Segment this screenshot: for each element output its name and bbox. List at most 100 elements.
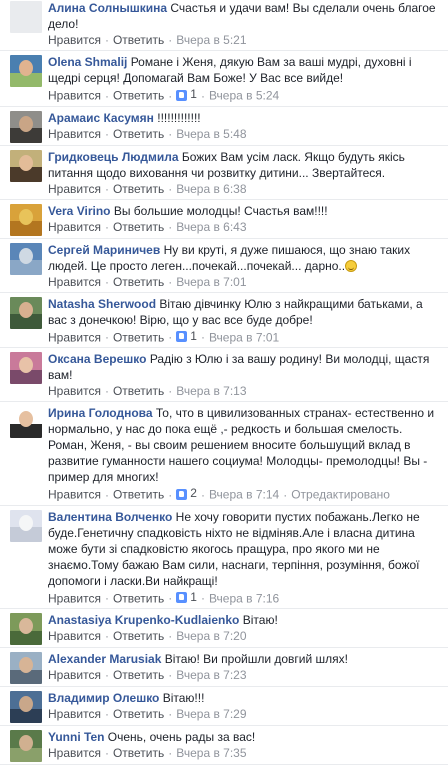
like-link[interactable]: Нравится bbox=[48, 488, 101, 502]
comment-author-link[interactable]: Оксана Верешко bbox=[48, 352, 146, 366]
avatar[interactable] bbox=[10, 55, 42, 87]
comment-item: Ирина Голоднова То, что в цивилизованных… bbox=[0, 402, 448, 506]
comment-actions: Нравится · Ответить · Вчера в 7:35 bbox=[48, 745, 442, 761]
comment-body: Alexander Marusiak Вітаю! Ви пройшли дов… bbox=[48, 651, 442, 683]
comment-timestamp[interactable]: Вчера в 5:48 bbox=[176, 127, 246, 141]
like-count[interactable]: 1 bbox=[176, 589, 197, 605]
like-link[interactable]: Нравится bbox=[48, 668, 101, 682]
comment-body: Валентина Волченко Не хочу говорити пуст… bbox=[48, 509, 442, 607]
reply-link[interactable]: Ответить bbox=[113, 591, 164, 605]
comment-timestamp[interactable]: Вчера в 6:38 bbox=[176, 182, 246, 196]
comment-content: Валентина Волченко Не хочу говорити пуст… bbox=[48, 509, 442, 589]
avatar[interactable] bbox=[10, 406, 42, 438]
comment-timestamp[interactable]: Вчера в 7:20 bbox=[176, 629, 246, 643]
reply-link[interactable]: Ответить bbox=[113, 707, 164, 721]
comment-author-link[interactable]: Alexander Marusiak bbox=[48, 652, 161, 666]
avatar[interactable] bbox=[10, 1, 42, 33]
comment-author-link[interactable]: Сергей Мариничев bbox=[48, 243, 160, 257]
comment-author-link[interactable]: Ирина Голоднова bbox=[48, 406, 153, 420]
comment-timestamp[interactable]: Вчера в 7:14 bbox=[209, 488, 279, 502]
reply-link[interactable]: Ответить bbox=[113, 330, 164, 344]
comment-timestamp[interactable]: Вчера в 7:23 bbox=[176, 668, 246, 682]
dot-separator: · bbox=[104, 668, 109, 682]
like-link[interactable]: Нравится bbox=[48, 220, 101, 234]
comment-text: !!!!!!!!!!!!! bbox=[157, 110, 201, 125]
reply-link[interactable]: Ответить bbox=[113, 89, 164, 103]
like-link[interactable]: Нравится bbox=[48, 182, 101, 196]
comment-author-link[interactable]: Anastasiya Krupenko-Kudlaienko bbox=[48, 613, 239, 627]
reply-link[interactable]: Ответить bbox=[113, 384, 164, 398]
reply-link[interactable]: Ответить bbox=[113, 746, 164, 760]
reply-link[interactable]: Ответить bbox=[113, 629, 164, 643]
reply-link[interactable]: Ответить bbox=[113, 488, 164, 502]
avatar[interactable] bbox=[10, 509, 42, 542]
reply-link[interactable]: Ответить bbox=[113, 33, 164, 47]
comment-body: Алина Солнышкина Счастья и удачи вам! Вы… bbox=[48, 0, 442, 48]
smiley-emoji-icon bbox=[345, 259, 358, 272]
dot-separator: · bbox=[168, 384, 173, 398]
reply-link[interactable]: Ответить bbox=[113, 182, 164, 196]
comment-content: Ирина Голоднова То, что в цивилизованных… bbox=[48, 405, 442, 485]
like-link[interactable]: Нравится bbox=[48, 629, 101, 643]
comment-timestamp[interactable]: Вчера в 7:01 bbox=[209, 330, 279, 344]
comment-timestamp[interactable]: Вчера в 5:21 bbox=[176, 33, 246, 47]
like-count[interactable]: 2 bbox=[176, 485, 197, 501]
avatar[interactable] bbox=[10, 652, 42, 684]
comment-timestamp[interactable]: Вчера в 7:01 bbox=[176, 275, 246, 289]
comment-item: Natasha Sherwood Вітаю дівчинку Юлю з на… bbox=[0, 293, 448, 348]
dot-separator: · bbox=[168, 330, 173, 344]
comment-content: Olena Shmalij Романе і Женя, дякую Вам з… bbox=[48, 54, 442, 86]
comment-author-link[interactable]: Natasha Sherwood bbox=[48, 297, 156, 311]
avatar[interactable] bbox=[10, 352, 42, 384]
dot-separator: · bbox=[168, 707, 173, 721]
like-link[interactable]: Нравится bbox=[48, 591, 101, 605]
like-link[interactable]: Нравится bbox=[48, 707, 101, 721]
avatar[interactable] bbox=[10, 691, 42, 723]
like-link[interactable]: Нравится bbox=[48, 89, 101, 103]
avatar[interactable] bbox=[10, 110, 42, 143]
comment-timestamp[interactable]: Вчера в 7:29 bbox=[176, 707, 246, 721]
comment-actions: Нравится · Ответить · Вчера в 7:20 bbox=[48, 628, 442, 644]
comment-timestamp[interactable]: Вчера в 6:43 bbox=[176, 220, 246, 234]
comment-body: Гридковець Людмила Божих Вам усім ласк. … bbox=[48, 149, 442, 197]
like-link[interactable]: Нравится bbox=[48, 330, 101, 344]
comment-author-link[interactable]: Olena Shmalij bbox=[48, 55, 127, 69]
like-link[interactable]: Нравится bbox=[48, 746, 101, 760]
edited-label[interactable]: Отредактировано bbox=[291, 488, 390, 502]
avatar[interactable] bbox=[10, 242, 42, 275]
dot-separator: · bbox=[168, 33, 173, 47]
comment-author-link[interactable]: Гридковець Людмила bbox=[48, 150, 179, 164]
comment-actions: Нравится · Ответить · 2 · Вчера в 7:14 · Отредак… bbox=[48, 485, 442, 503]
avatar[interactable] bbox=[10, 149, 42, 182]
dot-separator: · bbox=[104, 487, 109, 502]
comment-author-link[interactable]: Vera Virino bbox=[48, 204, 110, 218]
dot-separator: · bbox=[168, 668, 173, 682]
comment-timestamp[interactable]: Вчера в 7:16 bbox=[209, 591, 279, 605]
reply-link[interactable]: Ответить bbox=[113, 668, 164, 682]
comment-author-link[interactable]: Yunni Ten bbox=[48, 730, 104, 744]
reply-link[interactable]: Ответить bbox=[113, 275, 164, 289]
comment-timestamp[interactable]: Вчера в 7:35 bbox=[176, 746, 246, 760]
like-link[interactable]: Нравится bbox=[48, 384, 101, 398]
dot-separator: · bbox=[168, 487, 173, 502]
comment-author-link[interactable]: Владимир Олешко bbox=[48, 691, 159, 705]
comment-author-link[interactable]: Арамаис Касумян bbox=[48, 111, 154, 125]
dot-separator: · bbox=[168, 219, 173, 234]
avatar[interactable] bbox=[10, 730, 42, 762]
comment-content: Оксана Верешко Радію з Юлю і за вашу род… bbox=[48, 351, 442, 383]
avatar[interactable] bbox=[10, 203, 42, 236]
comment-timestamp[interactable]: Вчера в 7:13 bbox=[176, 384, 246, 398]
comment-author-link[interactable]: Алина Солнышкина bbox=[48, 1, 167, 15]
like-link[interactable]: Нравится bbox=[48, 127, 101, 141]
like-link[interactable]: Нравится bbox=[48, 33, 101, 47]
reply-link[interactable]: Ответить bbox=[113, 127, 164, 141]
comment-timestamp[interactable]: Вчера в 5:24 bbox=[209, 89, 279, 103]
like-link[interactable]: Нравится bbox=[48, 275, 101, 289]
like-count[interactable]: 1 bbox=[176, 86, 197, 102]
avatar[interactable] bbox=[10, 296, 42, 329]
comment-item: Арамаис Касумян !!!!!!!!!!!!! Нравится · От… bbox=[0, 107, 448, 146]
avatar[interactable] bbox=[10, 613, 42, 645]
like-count[interactable]: 1 bbox=[176, 328, 197, 344]
reply-link[interactable]: Ответить bbox=[113, 220, 164, 234]
comment-author-link[interactable]: Валентина Волченко bbox=[48, 510, 172, 524]
